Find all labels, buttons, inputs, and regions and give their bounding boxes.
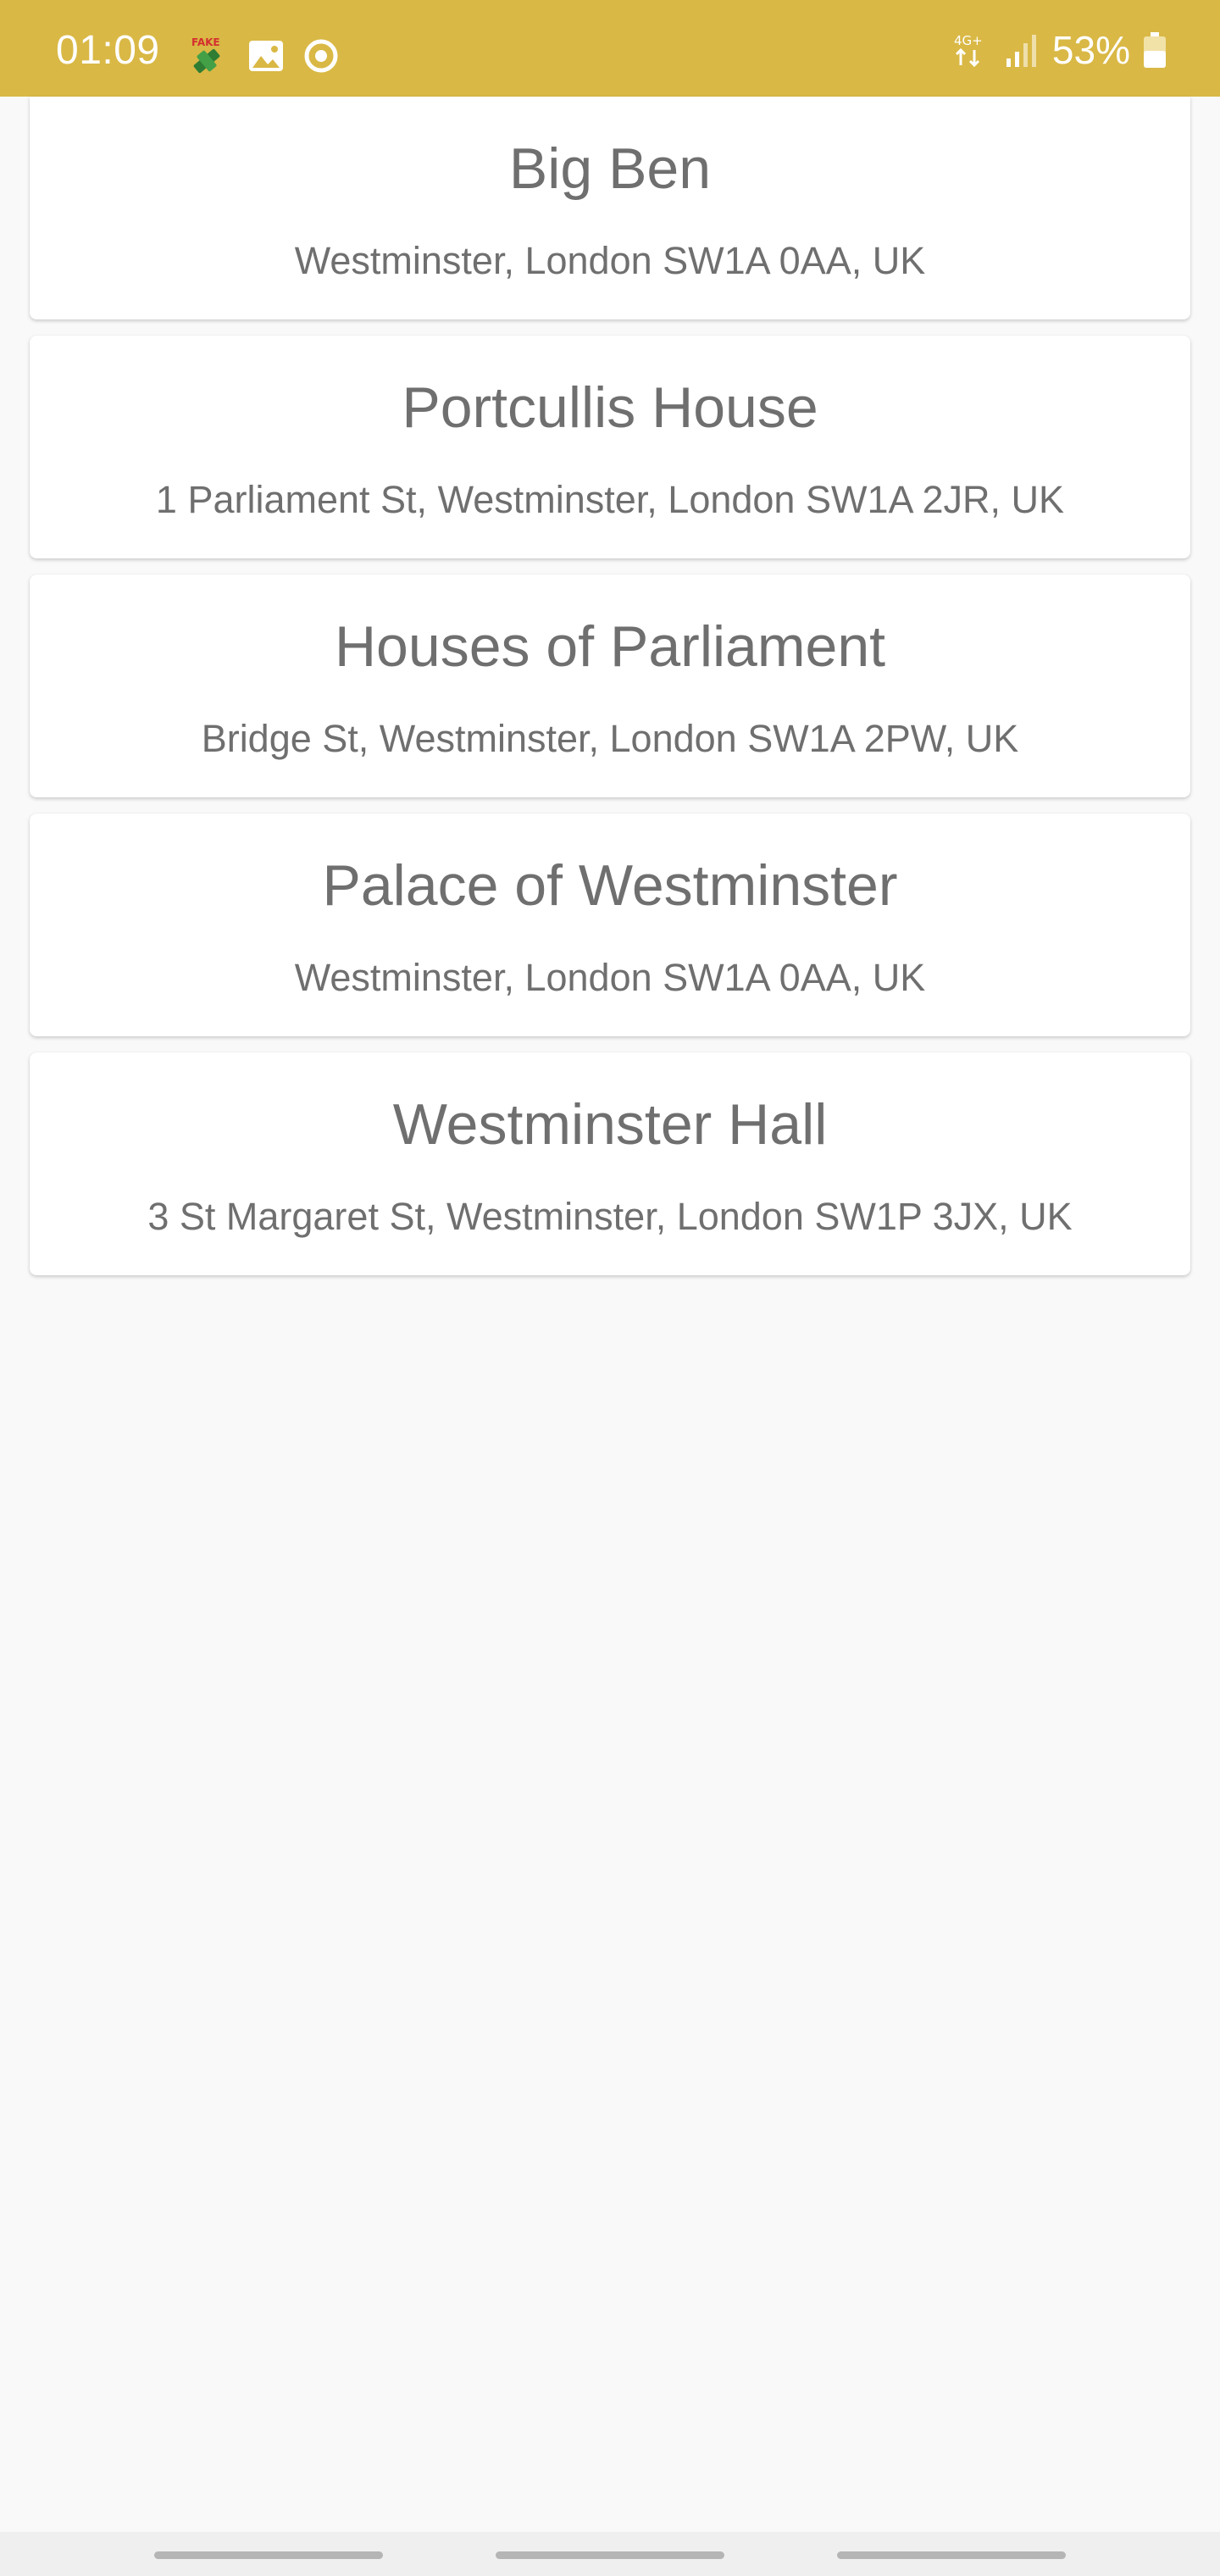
place-address: Bridge St, Westminster, London SW1A 2PW,…	[201, 717, 1019, 760]
place-card[interactable]: Portcullis House 1 Parliament St, Westmi…	[30, 336, 1190, 558]
status-time: 01:09	[56, 28, 160, 73]
place-address: 3 St Margaret St, Westminster, London SW…	[147, 1195, 1073, 1238]
svg-text:FAKE: FAKE	[191, 36, 220, 48]
place-card[interactable]: Palace of Westminster Westminster, Londo…	[30, 813, 1190, 1036]
back-button[interactable]	[837, 2551, 1066, 2559]
fake-gps-icon: FAKE	[185, 36, 229, 76]
places-list: Big Ben Westminster, London SW1A 0AA, UK…	[30, 97, 1190, 1291]
navigation-bar	[0, 2532, 1220, 2576]
recents-button[interactable]	[154, 2551, 383, 2559]
place-card[interactable]: Big Ben Westminster, London SW1A 0AA, UK	[30, 97, 1190, 319]
status-bar: 01:09 FAKE 4G+ 53%	[0, 0, 1220, 97]
place-address: Westminster, London SW1A 0AA, UK	[294, 956, 926, 999]
status-left-icons: FAKE	[185, 36, 339, 76]
place-card[interactable]: Houses of Parliament Bridge St, Westmins…	[30, 575, 1190, 797]
battery-percentage: 53%	[1051, 28, 1130, 72]
place-name: Palace of Westminster	[322, 853, 898, 918]
place-address: 1 Parliament St, Westminster, London SW1…	[155, 478, 1065, 521]
place-name: Portcullis House	[402, 375, 818, 440]
record-icon	[303, 38, 339, 74]
network-4g-icon: 4G+	[952, 31, 991, 69]
battery-icon	[1142, 31, 1167, 69]
signal-icon	[1003, 31, 1040, 69]
place-address: Westminster, London SW1A 0AA, UK	[294, 239, 926, 282]
status-right: 4G+ 53%	[952, 31, 1167, 69]
place-card[interactable]: Westminster Hall 3 St Margaret St, Westm…	[30, 1052, 1190, 1275]
home-button[interactable]	[496, 2551, 724, 2559]
svg-text:4G+: 4G+	[954, 33, 983, 48]
place-name: Houses of Parliament	[334, 614, 886, 679]
image-icon	[247, 39, 285, 73]
place-name: Big Ben	[508, 136, 712, 201]
place-name: Westminster Hall	[392, 1092, 828, 1157]
